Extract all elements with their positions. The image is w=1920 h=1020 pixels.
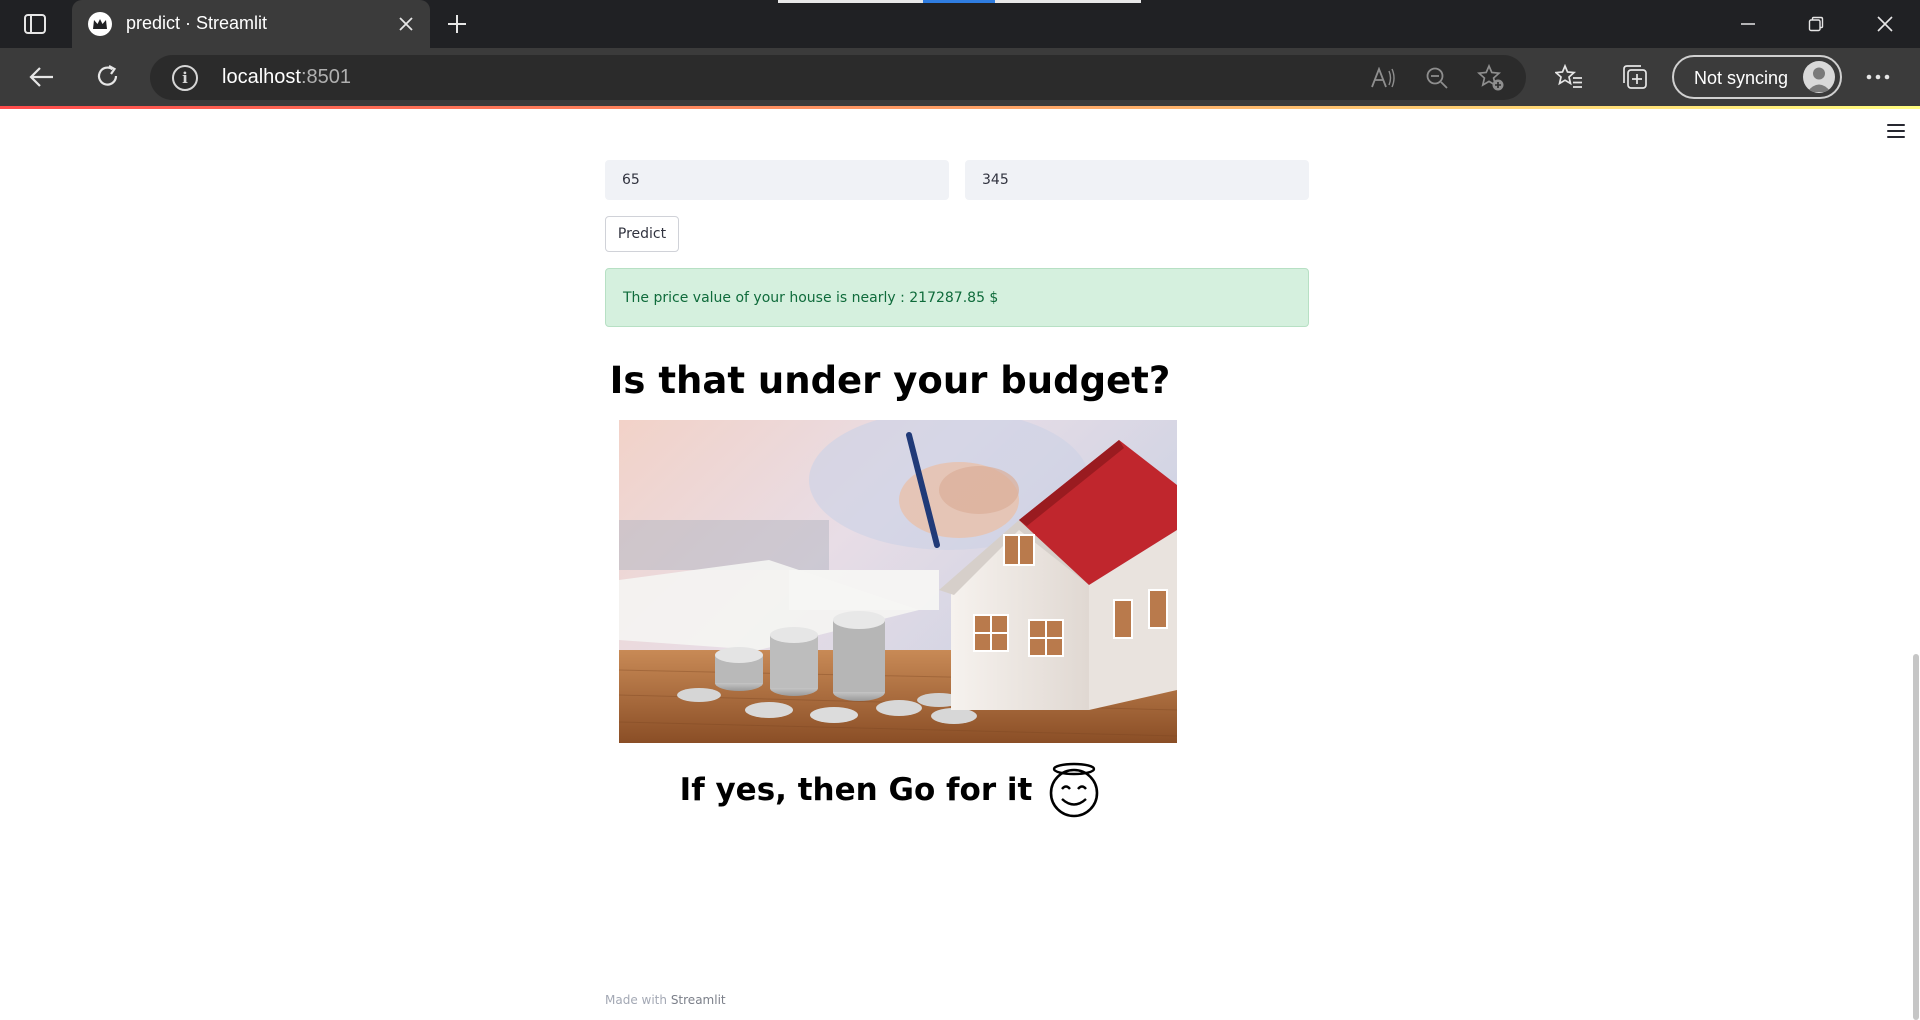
refresh-button[interactable] <box>88 57 128 97</box>
new-tab-button[interactable] <box>440 8 474 40</box>
tab-actions-icon <box>24 14 46 34</box>
zoom-out-icon[interactable] <box>1422 63 1452 93</box>
footer-streamlit-link[interactable]: Streamlit <box>671 993 726 1007</box>
refresh-icon <box>97 65 118 86</box>
tab-actions-button[interactable] <box>17 10 53 38</box>
minimize-icon <box>1741 23 1755 25</box>
window-close-button[interactable] <box>1867 8 1903 40</box>
site-info-icon[interactable]: i <box>172 65 198 91</box>
loading-indicator-right <box>995 0 1141 3</box>
avatar <box>1803 61 1835 93</box>
profile-button[interactable]: Not syncing <box>1672 55 1842 99</box>
predict-button[interactable]: Predict <box>605 216 679 252</box>
arrow-left-icon <box>29 67 53 87</box>
read-aloud-icon[interactable] <box>1368 63 1398 93</box>
collections-icon <box>1623 65 1647 89</box>
tab-close-button[interactable] <box>394 12 418 36</box>
restore-button[interactable] <box>1798 8 1834 40</box>
go-for-it-text: If yes, then Go for it <box>679 772 1033 808</box>
url-text[interactable]: localhost:8501 <box>222 66 351 89</box>
back-button[interactable] <box>22 57 62 97</box>
feature-input-left[interactable] <box>605 160 949 200</box>
url-host: localhost <box>222 66 301 88</box>
footer-made-with: Made with <box>605 993 667 1007</box>
favorites-icon <box>1555 64 1582 88</box>
address-bar[interactable]: i localhost:8501 <box>150 55 1526 100</box>
loading-indicator-active <box>923 0 995 3</box>
loading-indicator-left <box>778 0 923 3</box>
restore-icon <box>1808 16 1824 32</box>
browser-tab-active[interactable]: predict · Streamlit <box>72 0 430 48</box>
house-and-coins-image <box>619 420 1177 743</box>
favorites-button[interactable] <box>1549 57 1589 97</box>
prediction-message: The price value of your house is nearly … <box>623 289 999 306</box>
browser-toolbar: i localhost:8501 Not syncing <box>0 48 1920 106</box>
streamlit-footer: Made with Streamlit <box>605 993 726 1007</box>
streamlit-app-page: Predict The price value of your house is… <box>0 109 1920 1020</box>
close-icon <box>1877 16 1893 32</box>
plus-icon <box>448 15 466 33</box>
prediction-success-alert: The price value of your house is nearly … <box>605 268 1309 327</box>
feature-input-right[interactable] <box>965 160 1309 200</box>
smiling-face-with-halo-icon <box>1050 762 1099 818</box>
hamburger-menu-icon[interactable] <box>1886 122 1906 140</box>
scrollbar-thumb[interactable] <box>1913 654 1919 1020</box>
settings-more-button[interactable] <box>1858 57 1898 97</box>
add-favorite-icon[interactable] <box>1476 63 1506 93</box>
budget-question-heading: Is that under your budget? <box>609 359 1171 402</box>
url-port: :8501 <box>300 66 351 88</box>
more-horizontal-icon <box>1866 74 1890 80</box>
streamlit-crown-icon <box>88 12 112 36</box>
go-for-it-line: If yes, then Go for it <box>605 761 1175 819</box>
browser-titlebar: predict · Streamlit <box>0 0 1920 48</box>
profile-label: Not syncing <box>1694 68 1789 88</box>
minimize-button[interactable] <box>1730 8 1766 40</box>
collections-button[interactable] <box>1615 57 1655 97</box>
close-icon <box>399 17 413 31</box>
tab-title: predict · Streamlit <box>126 13 268 33</box>
